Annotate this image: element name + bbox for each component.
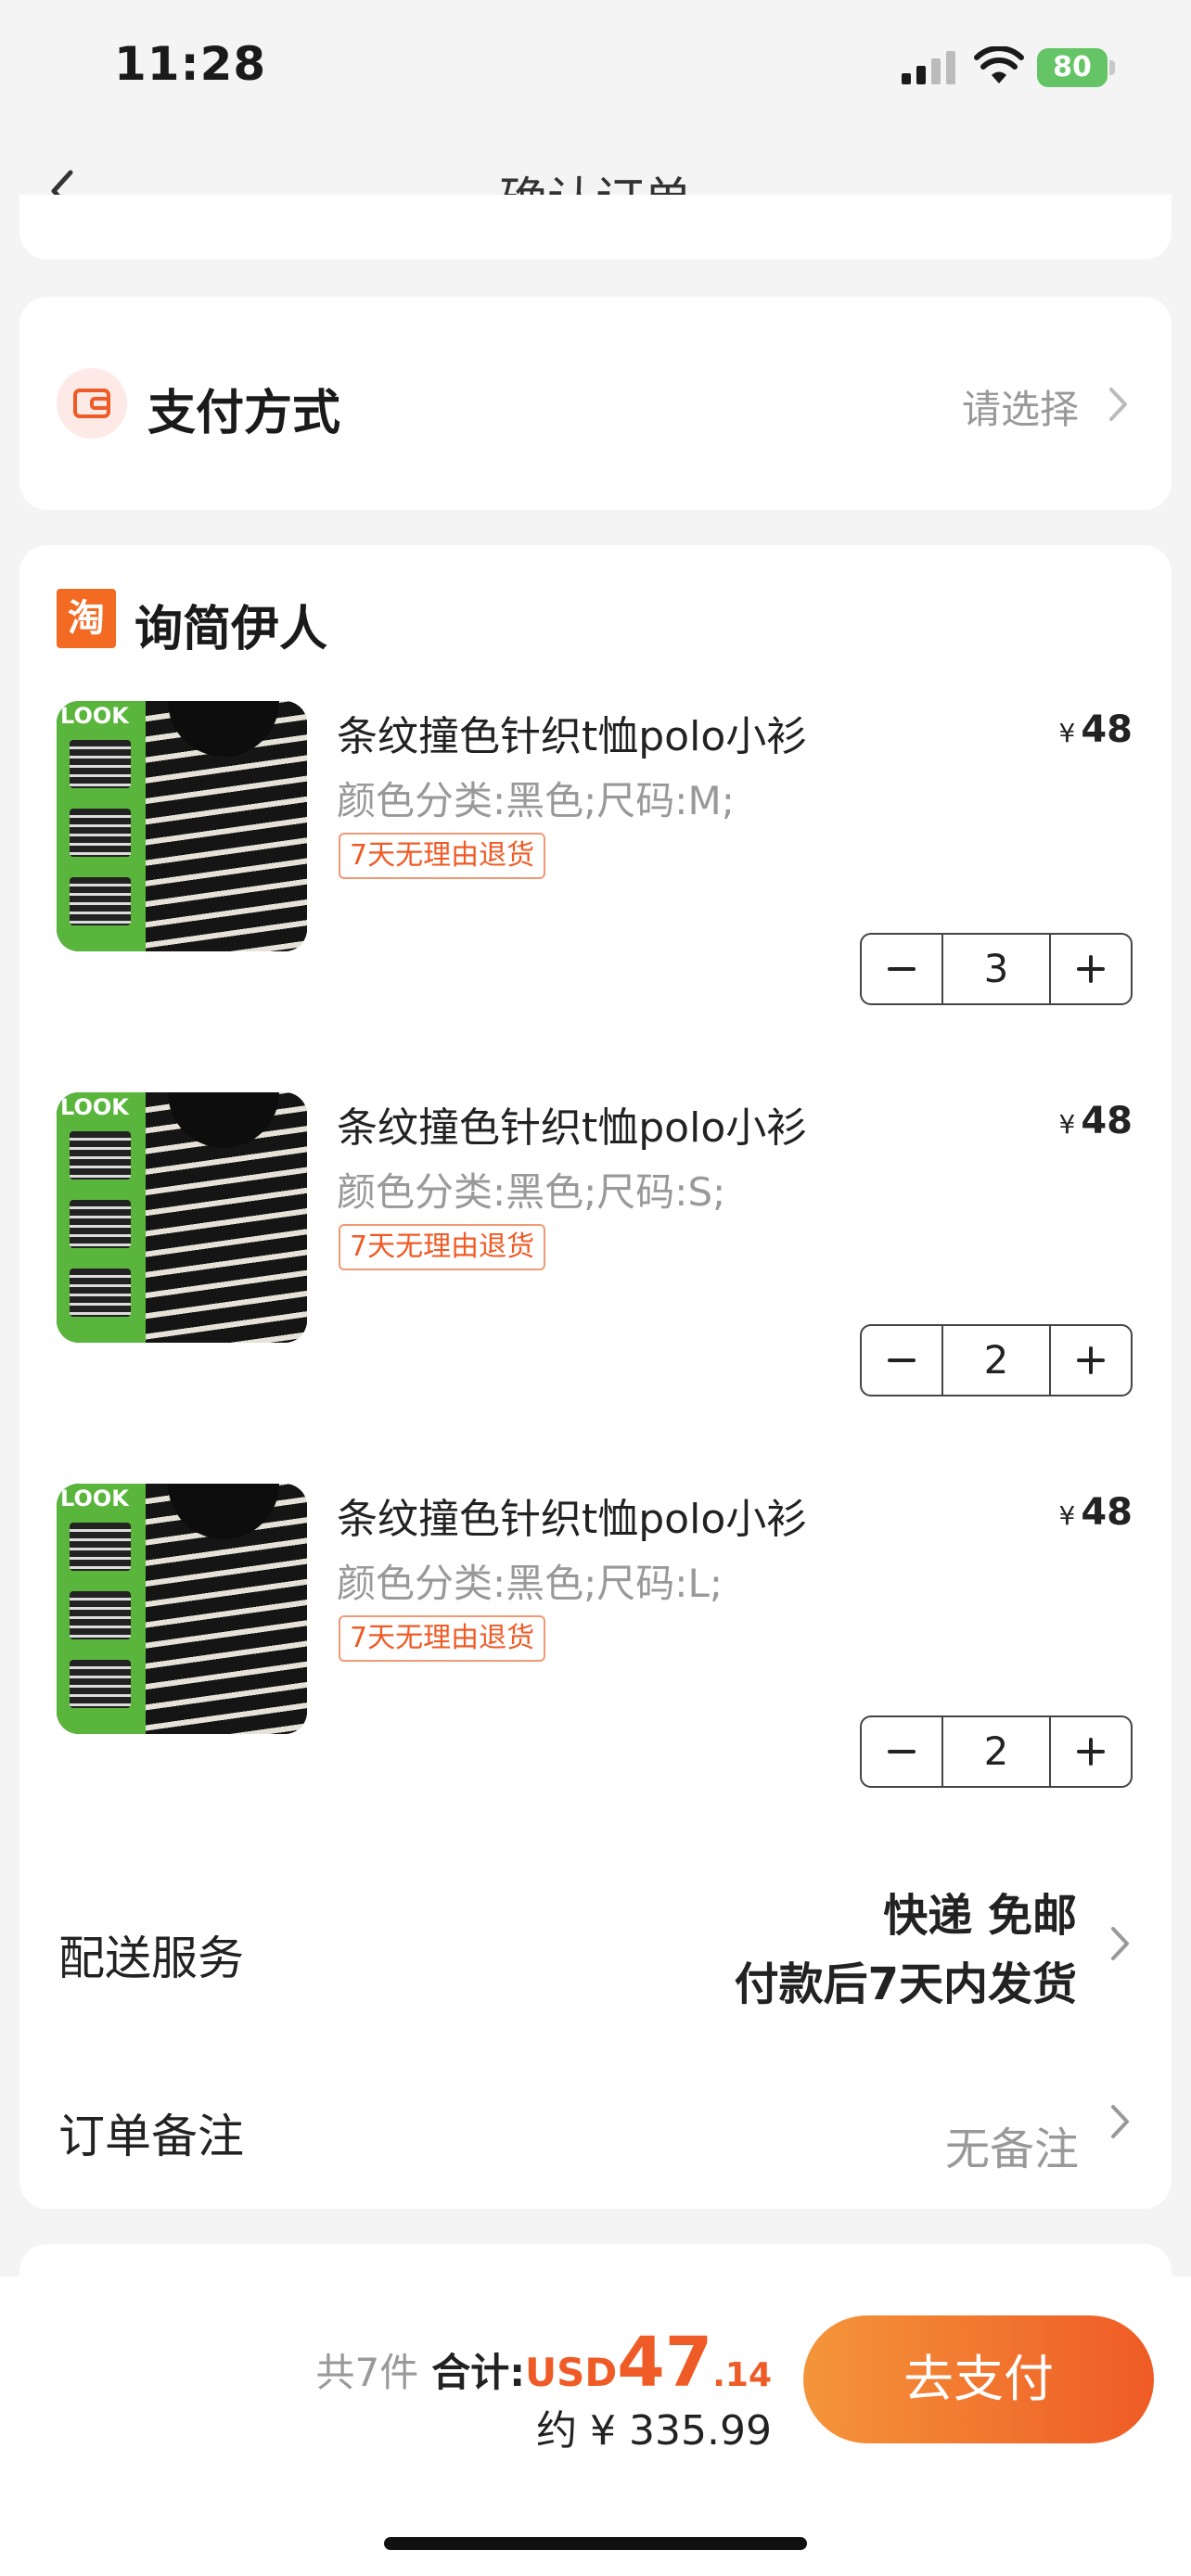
currency-symbol: ¥ xyxy=(1058,718,1076,748)
quantity-value[interactable]: 2 xyxy=(941,1326,1051,1395)
shop-order-card: 淘 询简伊人 LOOK 条纹撞色针织t恤polo小衫 ¥48 颜色分类:黑色;尺… xyxy=(19,545,1172,2209)
thumbnail-label: LOOK xyxy=(60,703,129,729)
thumbnail-mini-photo xyxy=(70,809,131,857)
order-item: LOOK 条纹撞色针织t恤polo小衫 ¥48 颜色分类:黑色;尺码:M; 7天… xyxy=(19,701,1172,1035)
status-time: 11:28 xyxy=(114,37,267,91)
quantity-value[interactable]: 2 xyxy=(941,1717,1051,1786)
checkout-bar: 共7件 合计: USD 47 .14 约 ¥ 335.99 去支付 xyxy=(0,2276,1191,2576)
decrease-button[interactable] xyxy=(862,1717,941,1786)
total-amount-integer: 47 xyxy=(617,2323,713,2403)
thumbnail-side-panel: LOOK xyxy=(57,701,146,951)
delivery-method: 快递 免邮 xyxy=(883,1890,1077,1942)
return-policy-badge: 7天无理由退货 xyxy=(339,1224,546,1270)
thumbnail-side-panel: LOOK xyxy=(57,1092,146,1343)
return-policy-badge: 7天无理由退货 xyxy=(339,833,546,879)
price-value: 48 xyxy=(1081,1491,1133,1534)
order-item: LOOK 条纹撞色针织t恤polo小衫 ¥48 颜色分类:黑色;尺码:S; 7天… xyxy=(19,1092,1172,1426)
payment-method-value: 请选择 xyxy=(961,387,1079,432)
payment-method-row[interactable]: 支付方式 请选择 xyxy=(19,297,1172,510)
price-value: 48 xyxy=(1081,1100,1133,1142)
item-spec: 颜色分类:黑色;尺码:L; xyxy=(337,1561,724,1606)
quantity-stepper: 3 xyxy=(860,933,1133,1005)
address-card-edge xyxy=(19,195,1172,260)
order-note-value: 无备注 xyxy=(944,2123,1079,2175)
pay-button[interactable]: 去支付 xyxy=(803,2315,1154,2443)
plus-icon xyxy=(1077,1346,1105,1374)
price-value: 48 xyxy=(1081,708,1133,751)
delivery-time: 付款后7天内发货 xyxy=(734,1958,1077,2010)
minus-icon xyxy=(888,967,916,971)
decrease-button[interactable] xyxy=(862,935,941,1003)
order-item: LOOK 条纹撞色针织t恤polo小衫 ¥48 颜色分类:黑色;尺码:L; 7天… xyxy=(19,1484,1172,1817)
total-currency: USD xyxy=(525,2350,618,2395)
total-label: 合计: xyxy=(431,2350,526,2395)
wallet-icon xyxy=(57,368,127,439)
item-price: ¥48 xyxy=(1059,1491,1133,1534)
quantity-stepper: 2 xyxy=(860,1324,1133,1396)
delivery-service-label: 配送服务 xyxy=(58,1932,244,1985)
item-price: ¥48 xyxy=(1059,1100,1133,1142)
thumbnail-mini-photo xyxy=(70,1591,131,1639)
minus-icon xyxy=(888,1750,916,1753)
return-policy-badge: 7天无理由退货 xyxy=(339,1615,546,1662)
chevron-right-icon xyxy=(1111,1927,1129,1960)
increase-button[interactable] xyxy=(1051,1326,1131,1395)
battery-icon: 80 xyxy=(1037,48,1117,87)
increase-button[interactable] xyxy=(1051,935,1131,1003)
payment-method-label: 支付方式 xyxy=(147,386,341,441)
thumbnail-mini-photo xyxy=(70,1660,131,1708)
item-count: 共7件 xyxy=(315,2350,419,2395)
thumbnail-label: LOOK xyxy=(60,1486,129,1511)
shop-logo: 淘 xyxy=(57,589,116,648)
currency-symbol: ¥ xyxy=(1058,1109,1076,1140)
thumbnail-mini-photo xyxy=(70,1131,131,1180)
battery-cap xyxy=(1109,60,1115,75)
shop-name[interactable]: 询简伊人 xyxy=(134,590,327,659)
item-spec: 颜色分类:黑色;尺码:S; xyxy=(337,1169,726,1215)
increase-button[interactable] xyxy=(1051,1717,1131,1786)
wifi-icon xyxy=(974,46,1024,83)
item-title[interactable]: 条纹撞色针织t恤polo小衫 xyxy=(337,703,807,762)
battery-level: 80 xyxy=(1037,48,1108,87)
approx-cny-total: 约 ¥ 335.99 xyxy=(536,2407,772,2455)
chevron-right-icon xyxy=(1109,388,1127,421)
cellular-signal-icon xyxy=(902,51,955,84)
thumbnail-mini-photo xyxy=(70,1200,131,1248)
currency-symbol: ¥ xyxy=(1058,1500,1076,1531)
total-amount-decimal: .14 xyxy=(712,2356,772,2394)
thumbnail-mini-photo xyxy=(70,877,131,925)
order-total: 共7件 合计: USD 47 .14 xyxy=(315,2323,772,2403)
thumbnail-side-panel: LOOK xyxy=(57,1484,146,1734)
order-note-label: 订单备注 xyxy=(58,2110,244,2163)
status-bar: 11:28 80 xyxy=(0,0,1191,139)
thumbnail-mini-photo xyxy=(70,1523,131,1571)
plus-icon xyxy=(1077,955,1105,983)
decrease-button[interactable] xyxy=(862,1326,941,1395)
item-title[interactable]: 条纹撞色针织t恤polo小衫 xyxy=(337,1094,807,1154)
item-spec: 颜色分类:黑色;尺码:M; xyxy=(337,778,735,823)
product-thumbnail[interactable]: LOOK xyxy=(57,1484,307,1734)
product-thumbnail[interactable]: LOOK xyxy=(57,1092,307,1343)
thumbnail-label: LOOK xyxy=(60,1094,129,1120)
product-thumbnail[interactable]: LOOK xyxy=(57,701,307,951)
chevron-right-icon xyxy=(1111,2105,1129,2138)
thumbnail-mini-photo xyxy=(70,740,131,788)
item-title[interactable]: 条纹撞色针织t恤polo小衫 xyxy=(337,1486,807,1545)
home-indicator xyxy=(384,2537,807,2550)
quantity-value[interactable]: 3 xyxy=(941,935,1051,1003)
minus-icon xyxy=(888,1358,916,1362)
thumbnail-mini-photo xyxy=(70,1269,131,1317)
quantity-stepper: 2 xyxy=(860,1715,1133,1788)
plus-icon xyxy=(1077,1738,1105,1766)
item-price: ¥48 xyxy=(1059,708,1133,751)
